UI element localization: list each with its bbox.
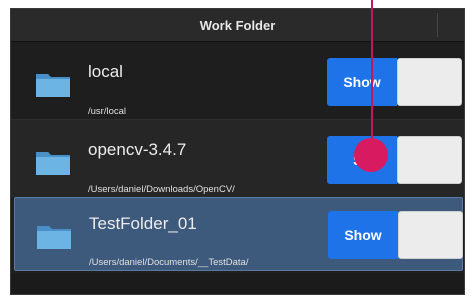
- show-toggle-label: Show: [327, 58, 397, 106]
- folder-path: /usr/local: [88, 106, 127, 117]
- folder-icon: [36, 152, 70, 175]
- empty-row: [11, 273, 464, 294]
- header-title: Work Folder: [199, 17, 276, 33]
- folder-icon: [37, 226, 71, 249]
- folder-row-local[interactable]: local /usr/local Show: [11, 42, 464, 120]
- folder-path: /Users/daniel/Downloads/OpenCV/: [88, 184, 235, 195]
- toggle-knob[interactable]: [397, 136, 462, 184]
- folder-name: local: [88, 62, 123, 81]
- show-toggle[interactable]: Show: [327, 58, 462, 106]
- show-toggle[interactable]: Show: [328, 211, 463, 259]
- work-folder-window: Work Folder local /usr/local Show opencv…: [10, 8, 465, 295]
- folder-name: opencv-3.4.7: [88, 140, 187, 159]
- click-indicator: [354, 138, 388, 172]
- folder-name: TestFolder_01: [89, 214, 197, 233]
- header-divider: [437, 13, 438, 37]
- folder-row-opencv[interactable]: opencv-3.4.7 /Users/daniel/Downloads/Ope…: [11, 120, 464, 198]
- toggle-knob[interactable]: [397, 58, 462, 106]
- show-toggle-label: Show: [328, 211, 398, 259]
- show-toggle[interactable]: Sh: [327, 136, 462, 184]
- folder-row-testfolder[interactable]: TestFolder_01 /Users/daniel/Documents/__…: [14, 197, 463, 271]
- pointer-line: [371, 0, 373, 149]
- header: Work Folder: [11, 9, 464, 42]
- folder-path: /Users/daniel/Documents/__TestData/: [89, 257, 249, 268]
- toggle-knob[interactable]: [398, 211, 463, 259]
- folder-icon: [36, 74, 70, 97]
